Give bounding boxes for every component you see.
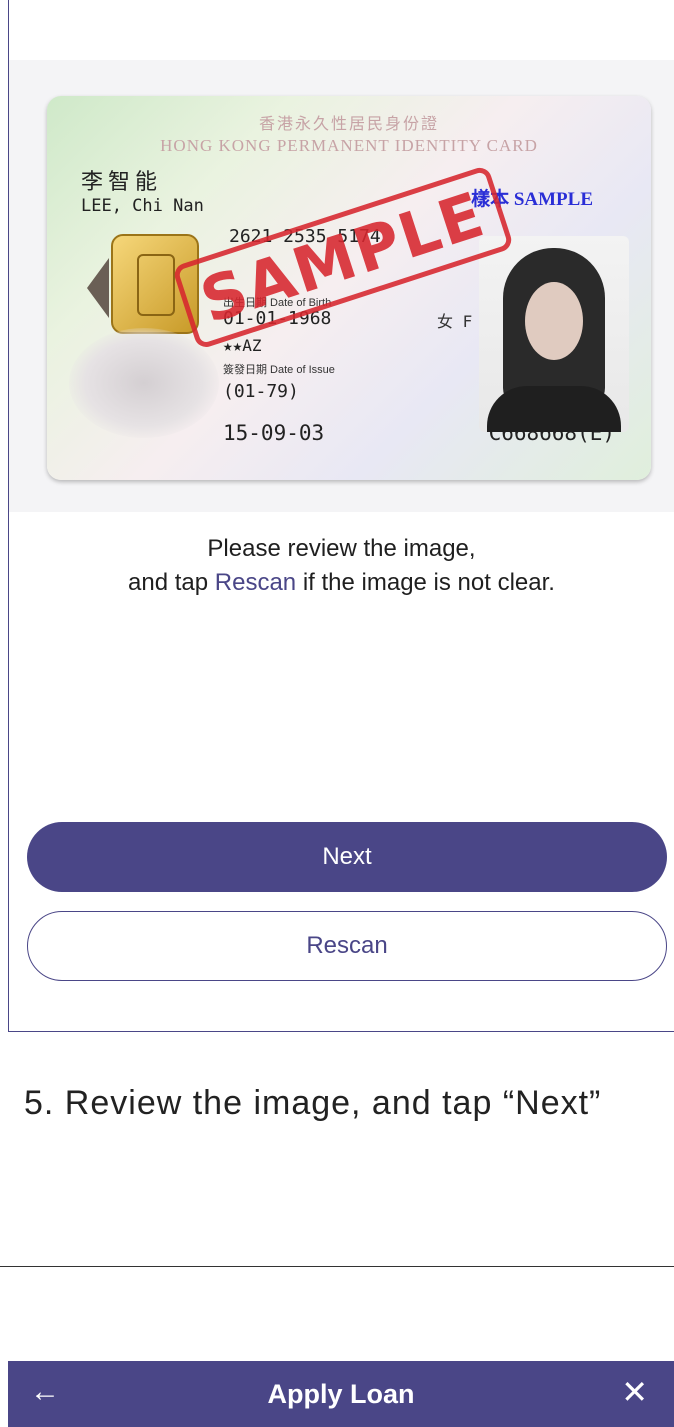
instruction-line-1: Please review the image, [207,535,476,562]
card-name-cn: 李智能 [81,170,163,195]
rescan-button[interactable]: Rescan [27,911,667,981]
portrait-body [487,386,621,432]
app-bar: ← Apply Loan ✕ [8,1361,674,1427]
card-name-en: LEE, Chi Nan [81,196,204,216]
phone-screen: 香港永久性居民身份證 HONG KONG PERMANENT IDENTITY … [8,0,674,1032]
next-button[interactable]: Next [27,822,667,892]
instruction-post: if the image is not clear. [296,569,555,596]
id-card-image: 香港永久性居民身份證 HONG KONG PERMANENT IDENTITY … [47,96,651,480]
instruction-line-2: and tap Rescan if the image is not clear… [9,566,674,600]
captured-image-area: 香港永久性居民身份證 HONG KONG PERMANENT IDENTITY … [9,60,674,512]
card-ghost-photo [69,328,219,438]
page-title: Apply Loan [267,1379,415,1409]
card-portrait [479,236,629,432]
card-first-issue: (01-79) [223,381,299,402]
close-icon[interactable]: ✕ [621,1373,648,1411]
card-sex: 女 F [437,312,473,331]
instruction-pre: and tap [128,569,215,596]
card-issue-date: 15-09-03 [223,421,325,445]
card-header-cn: 香港永久性居民身份證 [258,114,439,133]
rescan-link[interactable]: Rescan [215,569,296,596]
card-header-en: HONG KONG PERMANENT IDENTITY CARD [160,136,538,155]
portrait-face [525,282,583,360]
card-issue-label: 簽發日期 Date of Issue [223,364,335,376]
section-divider [0,1266,674,1267]
step-caption: 5. Review the image, and tap “Next” [24,1084,602,1122]
review-instruction: Please review the image, and tap Rescan … [9,532,674,600]
card-arrow-icon [87,258,109,318]
